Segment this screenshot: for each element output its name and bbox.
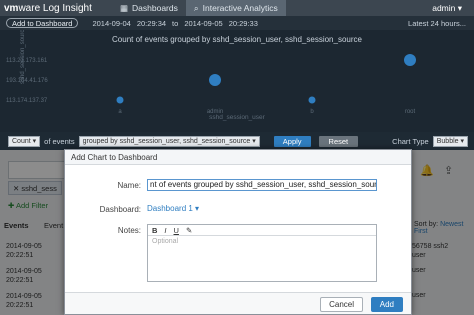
bold-icon[interactable]: B <box>152 226 157 235</box>
top-navigation-bar: vmware Log Insight ▦ Dashboards ⌕ Intera… <box>0 0 474 16</box>
nav-interactive-analytics-label: Interactive Analytics <box>202 3 278 13</box>
x-tick-label: b <box>310 109 314 115</box>
to-label: to <box>172 18 179 28</box>
group-by-value: grouped by sshd_session_user, sshd_sessi… <box>82 137 251 145</box>
brand-vm: vm <box>4 2 19 14</box>
time-range[interactable]: 2014-09-04 20:29:34 to 2014-09-05 20:29:… <box>92 19 257 28</box>
time-range-bar: Add to Dashboard 2014-09-04 20:29:34 to … <box>0 16 474 30</box>
y-tick-label: 113.174.137.37 <box>6 98 48 104</box>
chart-type-select[interactable]: Bubble ▾ <box>432 135 468 147</box>
chart-ylabel: sshd_session_source <box>20 30 26 84</box>
brand-product: Log Insight <box>42 2 92 14</box>
bubble-point[interactable] <box>404 54 416 66</box>
bubble-chart: Count of events grouped by sshd_session_… <box>0 26 474 132</box>
notes-label: Notes: <box>117 226 141 235</box>
y-tick-label: 193.104.41.176 <box>6 78 48 84</box>
brand-ware: ware <box>18 2 41 14</box>
x-tick-label: admin <box>207 109 223 115</box>
bubble-point[interactable] <box>308 96 316 104</box>
bubble-chart-svg: Count of events grouped by sshd_session_… <box>6 26 416 121</box>
add-to-dashboard-button[interactable]: Add to Dashboard <box>6 18 79 28</box>
notes-placeholder: Optional <box>152 238 179 245</box>
of-events-label: of events <box>44 136 75 146</box>
x-tick-label: a <box>118 109 122 115</box>
dashboard-label: Dashboard: <box>99 205 141 214</box>
underline-icon[interactable]: U <box>174 226 179 235</box>
bubble-point[interactable] <box>209 74 221 86</box>
x-tick-label: root <box>405 109 416 115</box>
dialog-footer: Cancel Add <box>65 292 411 314</box>
name-label: Name: <box>117 181 141 190</box>
notes-editor[interactable]: B I U ✎ Optional <box>147 224 377 282</box>
end-date: 2014-09-05 <box>184 18 223 28</box>
italic-icon[interactable]: I <box>164 226 166 235</box>
nav-dashboards[interactable]: ▦ Dashboards <box>112 0 186 16</box>
name-field[interactable]: nt of events grouped by sshd_session_use… <box>147 179 377 191</box>
time-preset[interactable]: Latest 24 hours... <box>408 19 466 28</box>
chart-type-value: Bubble <box>436 137 459 145</box>
end-time: 20:29:33 <box>228 18 258 28</box>
y-tick-label: 113.21.173.161 <box>6 58 48 64</box>
chart-controls: Count ▾ of events grouped by sshd_sessio… <box>0 132 474 150</box>
group-by-select[interactable]: grouped by sshd_session_user, sshd_sessi… <box>78 135 260 147</box>
chart-type-label: Chart Type <box>392 136 429 146</box>
nav-interactive-analytics[interactable]: ⌕ Interactive Analytics <box>185 0 286 16</box>
apply-button[interactable]: Apply <box>273 135 311 147</box>
bubble-point[interactable] <box>116 96 124 104</box>
reset-button[interactable]: Reset <box>318 135 359 147</box>
vmware-logo: vmware Log Insight <box>0 3 112 14</box>
start-time: 20:29:34 <box>136 18 167 28</box>
chart-title: Count of events grouped by sshd_session_… <box>112 35 362 44</box>
nav-dashboards-label: Dashboards <box>132 3 178 13</box>
add-button[interactable]: Add <box>370 297 403 312</box>
count-select[interactable]: Count ▾ <box>8 135 41 147</box>
notes-toolbar: B I U ✎ <box>148 225 376 236</box>
edit-icon[interactable]: ✎ <box>186 226 192 235</box>
search-icon: ⌕ <box>193 2 199 13</box>
chart-xlabel: sshd_session_user <box>209 114 265 121</box>
add-chart-dialog: Add Chart to Dashboard Name: nt of event… <box>64 149 412 315</box>
start-date: 2014-09-04 <box>92 18 131 28</box>
user-menu[interactable]: admin ▾ <box>432 3 462 14</box>
cancel-button[interactable]: Cancel <box>320 297 363 312</box>
dashboards-icon: ▦ <box>120 2 129 13</box>
count-select-value: Count <box>12 137 31 145</box>
dialog-title: Add Chart to Dashboard <box>65 150 411 165</box>
dashboard-select[interactable]: Dashboard 1 ▾ <box>147 204 199 213</box>
